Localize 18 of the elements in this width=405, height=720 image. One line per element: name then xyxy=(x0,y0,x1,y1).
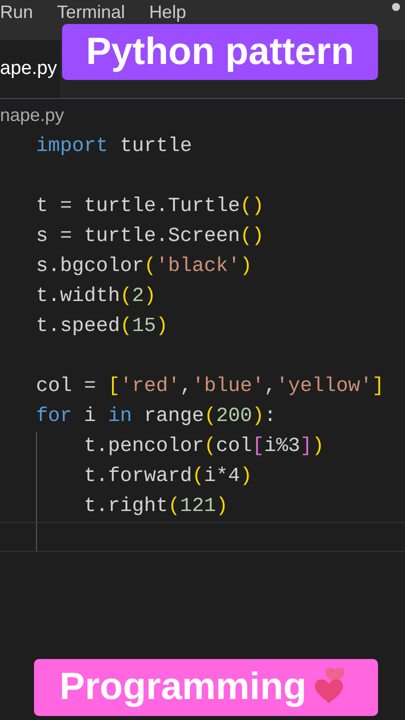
menu-item[interactable]: Run xyxy=(0,3,34,22)
code-line: t.width(2) xyxy=(36,284,156,310)
code-line: col = ['red','blue','yellow'] xyxy=(36,374,384,400)
code-line: s = turtle.Screen() xyxy=(36,224,264,250)
code-line: t = turtle.Turtle() xyxy=(36,194,264,220)
code-line: t.speed(15) xyxy=(36,314,168,340)
code-line: for i in range(200): xyxy=(36,404,276,430)
code-line: t.right(121) xyxy=(84,494,228,520)
code-line: s.bgcolor('black') xyxy=(36,254,252,280)
code-line: import turtle xyxy=(36,134,192,160)
code-line: t.forward(i*4) xyxy=(84,464,252,490)
menu-item[interactable]: Help xyxy=(149,3,186,22)
title-banner: Python pattern xyxy=(62,24,378,80)
menu-item[interactable]: Terminal xyxy=(57,3,126,22)
editor-tab[interactable]: ape.py xyxy=(0,40,60,98)
caption-text: Programming xyxy=(59,665,307,710)
code-line: t.pencolor(col[i%3]) xyxy=(84,434,324,460)
breadcrumb[interactable]: nape.py xyxy=(0,102,64,129)
